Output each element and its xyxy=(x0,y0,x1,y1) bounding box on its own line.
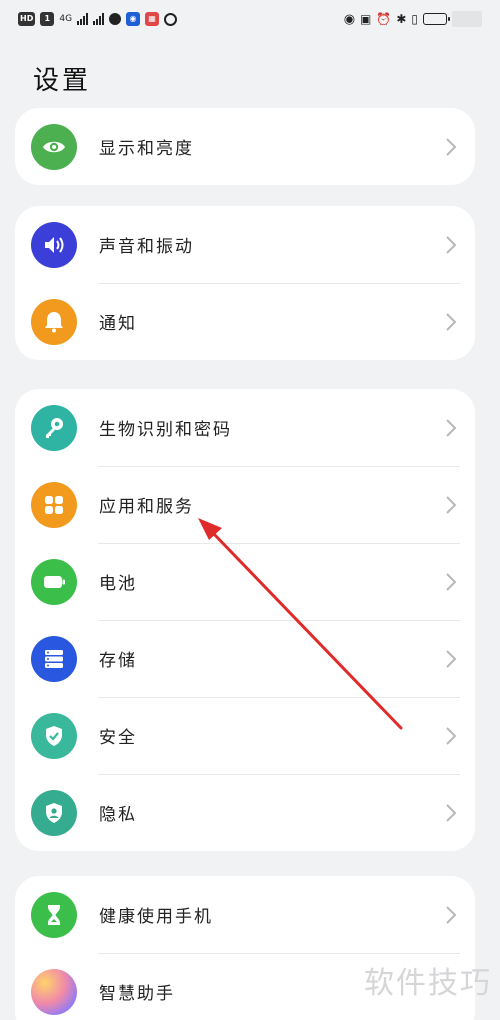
settings-item-label: 电池 xyxy=(99,574,137,594)
battery-status-icon xyxy=(423,13,450,25)
chevron-right-icon xyxy=(445,726,457,746)
settings-item-privacy[interactable]: 隐私 xyxy=(15,774,475,851)
status-bar: HD 1 4G ◉ ▦ ◉ ▣ ⏰ ✱ ▯ xyxy=(0,0,500,38)
settings-item-biometrics[interactable]: 生物识别和密码 xyxy=(15,389,475,466)
chevron-right-icon xyxy=(445,905,457,925)
settings-item-label: 健康使用手机 xyxy=(99,907,213,927)
notification-icon xyxy=(164,12,178,26)
settings-item-battery[interactable]: 电池 xyxy=(15,543,475,620)
message-icon xyxy=(109,13,122,25)
page-title: 设置 xyxy=(33,66,92,96)
battery-icon xyxy=(31,558,77,605)
apps-grid-icon xyxy=(31,481,77,528)
hd-indicator: HD xyxy=(18,12,36,26)
bell-icon xyxy=(31,298,77,345)
privacy-shield-icon xyxy=(31,789,77,836)
sim-indicator: 1 xyxy=(40,12,55,26)
eye-comfort-icon: ◉ xyxy=(343,11,356,27)
chevron-right-icon xyxy=(445,649,457,669)
hourglass-icon xyxy=(31,891,77,938)
chevron-right-icon xyxy=(445,137,457,157)
chevron-right-icon xyxy=(445,572,457,592)
vibrate-icon: ▯ xyxy=(411,12,418,26)
signal-2-icon xyxy=(93,13,105,25)
signal-icon xyxy=(77,13,89,25)
settings-item-label: 隐私 xyxy=(99,805,137,825)
settings-item-storage[interactable]: 存储 xyxy=(15,620,475,697)
chevron-right-icon xyxy=(445,803,457,823)
settings-item-notifications[interactable]: 通知 xyxy=(15,283,475,360)
status-blur xyxy=(452,11,482,27)
assistant-orb-icon xyxy=(31,968,77,1015)
key-icon xyxy=(31,404,77,451)
settings-item-sound[interactable]: 声音和振动 xyxy=(15,206,475,283)
app-notification-icon: ◉ xyxy=(126,12,141,26)
settings-group-display: 显示和亮度 xyxy=(15,108,475,185)
storage-icon xyxy=(31,635,77,682)
eye-icon xyxy=(31,123,77,170)
settings-item-label: 应用和服务 xyxy=(99,497,194,517)
settings-item-label: 生物识别和密码 xyxy=(99,420,232,440)
watermark: 软件技巧 xyxy=(364,966,492,1001)
settings-item-label: 声音和振动 xyxy=(99,237,194,257)
chevron-right-icon xyxy=(445,235,457,255)
settings-item-label: 安全 xyxy=(99,728,137,748)
settings-item-label: 智慧助手 xyxy=(99,984,175,1004)
nfc-icon: ▣ xyxy=(360,12,372,26)
chevron-right-icon xyxy=(445,312,457,332)
bluetooth-icon: ✱ xyxy=(396,12,407,26)
settings-group-sound: 声音和振动 通知 xyxy=(15,206,475,360)
settings-group-system: 生物识别和密码 应用和服务 电池 存储 安全 隐私 xyxy=(15,389,475,851)
chevron-right-icon xyxy=(445,495,457,515)
settings-item-display[interactable]: 显示和亮度 xyxy=(15,108,475,185)
shield-check-icon xyxy=(31,712,77,759)
settings-item-label: 存储 xyxy=(99,651,137,671)
settings-item-security[interactable]: 安全 xyxy=(15,697,475,774)
settings-item-label: 显示和亮度 xyxy=(99,139,194,159)
settings-item-apps-services[interactable]: 应用和服务 xyxy=(15,466,475,543)
alarm-icon: ⏰ xyxy=(376,12,392,26)
network-type: 4G xyxy=(59,14,73,24)
settings-item-label: 通知 xyxy=(99,314,137,334)
calendar-icon: ▦ xyxy=(145,12,160,26)
status-right: ◉ ▣ ⏰ ✱ ▯ xyxy=(344,11,482,27)
status-left: HD 1 4G ◉ ▦ xyxy=(18,12,178,26)
settings-item-digital-balance[interactable]: 健康使用手机 xyxy=(15,876,475,953)
chevron-right-icon xyxy=(445,418,457,438)
speaker-icon xyxy=(31,221,77,268)
